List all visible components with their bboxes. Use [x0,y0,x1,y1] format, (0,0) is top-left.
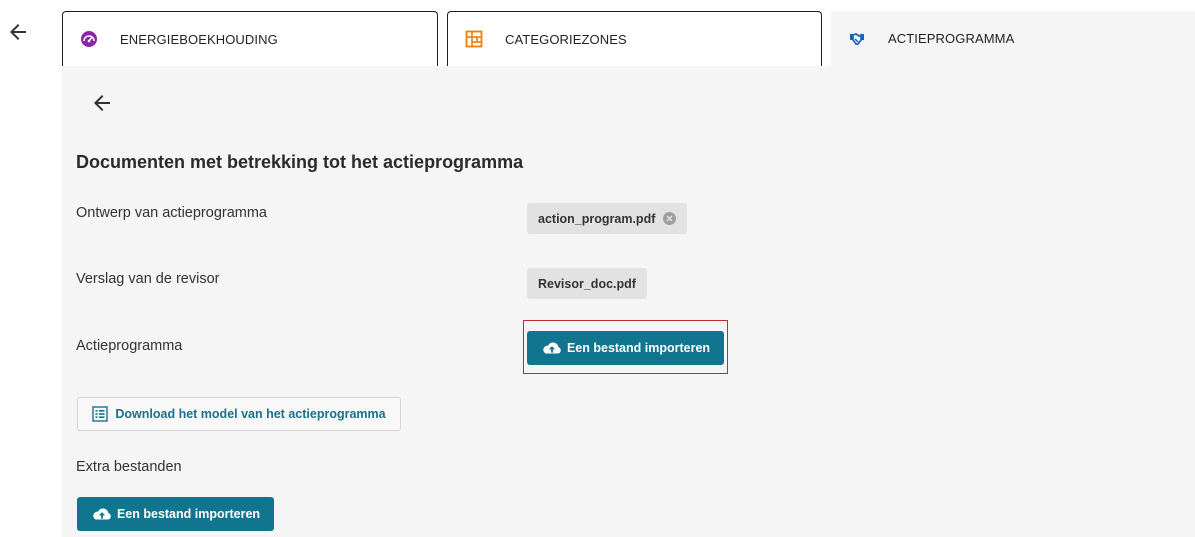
button-label: Download het model van het actieprogramm… [115,407,386,421]
cloud-upload-icon [93,508,111,520]
back-arrow-icon[interactable] [6,20,30,44]
back-arrow-icon[interactable] [90,91,114,115]
row-label-ontwerp: Ontwerp van actieprogramma [76,205,267,221]
button-label: Een bestand importeren [116,507,261,521]
file-chip-action-program[interactable]: action_program.pdf [527,203,688,234]
tab-categoriezones[interactable]: CATEGORIEZONES [447,11,822,66]
section-title: Documenten met betrekking tot het actiep… [76,152,524,172]
file-chip-revisor-doc[interactable]: Revisor_doc.pdf [527,268,647,299]
app-root: ENERGIEBOEKHOUDING CATEGORIEZONES ACTIEP… [0,0,1195,537]
file-chip-label: Revisor_doc.pdf [538,276,636,291]
button-label: Een bestand importeren [566,341,711,355]
tab-energieboekhouding[interactable]: ENERGIEBOEKHOUDING [62,11,438,66]
tab-label: ENERGIEBOEKHOUDING [120,31,278,47]
tab-label: CATEGORIEZONES [505,31,627,47]
download-model-button[interactable]: Download het model van het actieprogramm… [77,397,401,431]
tab-label: ACTIEPROGRAMMA [888,31,1015,46]
extra-files-label: Extra bestanden [76,459,182,475]
import-file-button[interactable]: Een bestand importeren [527,331,724,365]
row-label-actieprogramma: Actieprogramma [76,338,183,354]
row-label-verslag: Verslag van de revisor [76,271,220,287]
cloud-upload-icon [543,342,561,354]
list-icon [92,406,109,422]
file-chip-label: action_program.pdf [538,211,656,226]
tab-actieprogramma[interactable]: ACTIEPROGRAMMA [831,11,1195,66]
handshake-icon [848,30,866,48]
gauge-icon [80,30,98,48]
remove-file-icon[interactable] [663,212,677,225]
map-icon [465,30,483,48]
import-extra-file-button[interactable]: Een bestand importeren [77,497,274,531]
content-panel: Documenten met betrekking tot het actiep… [62,66,1195,537]
